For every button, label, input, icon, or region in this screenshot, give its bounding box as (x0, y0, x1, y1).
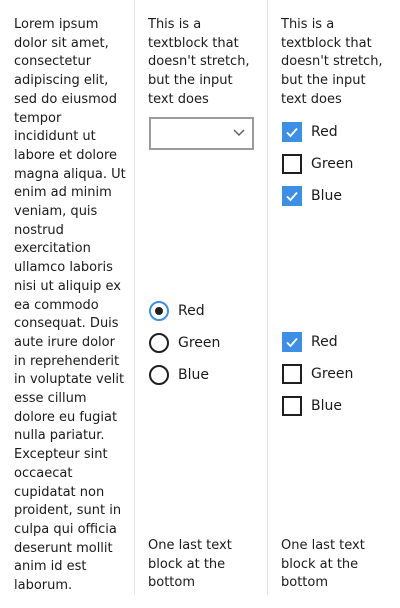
checkbox-red[interactable]: Red (282, 330, 338, 354)
radio-dot-icon (149, 301, 169, 321)
page: Lorem ipsum dolor sit amet, consectetur … (0, 0, 400, 608)
bottom-textblock: One last text block at the bottom (281, 538, 365, 591)
stretch-textblock: This is a textblock that doesn't stretch… (148, 17, 250, 107)
checkbox-label: Blue (311, 398, 342, 414)
radio-label: Green (178, 335, 221, 351)
radio-label: Red (178, 303, 205, 319)
radio-label: Blue (178, 367, 209, 383)
checkbox-green[interactable]: Green (282, 362, 353, 386)
lorem-textblock: Lorem ipsum dolor sit amet, consectetur … (14, 17, 126, 594)
column-3: This is a textblock that doesn't stretch… (267, 0, 400, 595)
stretch-textblock: This is a textblock that doesn't stretch… (281, 17, 383, 107)
radio-red[interactable]: Red (149, 299, 205, 323)
checkbox-unchecked-icon (282, 396, 302, 416)
chevron-down-icon (233, 129, 245, 136)
checkbox-checked-icon (282, 332, 302, 352)
radio-blue[interactable]: Blue (149, 363, 209, 387)
checkbox-label: Blue (311, 188, 342, 204)
column-2: This is a textblock that doesn't stretch… (134, 0, 267, 595)
checkbox-blue[interactable]: Blue (282, 184, 342, 208)
checkbox-blue[interactable]: Blue (282, 394, 342, 418)
checkbox-label: Green (311, 366, 354, 382)
bottom-textblock: One last text block at the bottom (148, 538, 232, 591)
checkbox-unchecked-icon (282, 364, 302, 384)
radio-green[interactable]: Green (149, 331, 220, 355)
checkbox-checked-icon (282, 186, 302, 206)
checkbox-green[interactable]: Green (282, 152, 353, 176)
radio-circle-icon (149, 333, 169, 353)
checkbox-unchecked-icon (282, 154, 302, 174)
checkbox-label: Green (311, 156, 354, 172)
checkbox-label: Red (311, 334, 338, 350)
checkbox-red[interactable]: Red (282, 120, 338, 144)
checkbox-checked-icon (282, 122, 302, 142)
radio-circle-icon (149, 365, 169, 385)
combo-box[interactable] (149, 117, 254, 150)
checkbox-label: Red (311, 124, 338, 140)
column-1: Lorem ipsum dolor sit amet, consectetur … (0, 0, 133, 595)
